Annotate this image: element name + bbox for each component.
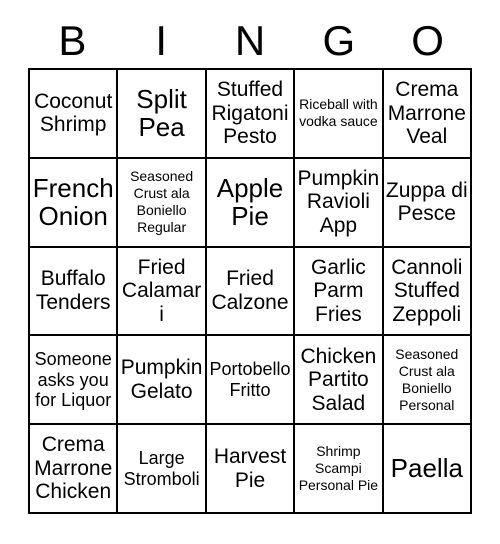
- bingo-cell[interactable]: Portobello Fritto: [206, 336, 296, 426]
- bingo-cell-label: Coconut Shrimp: [34, 89, 113, 137]
- bingo-cell[interactable]: Fried Calzone: [206, 247, 296, 337]
- bingo-cell-label: Split Pea: [136, 83, 187, 143]
- bingo-cell[interactable]: Fried Calamari: [118, 247, 207, 337]
- bingo-cell-label: Zuppa di Pesce: [385, 178, 468, 226]
- bingo-cell[interactable]: Garlic Parm Fries: [295, 247, 384, 337]
- bingo-cell-label: Crema Marrone Chicken: [34, 433, 113, 504]
- bingo-cell[interactable]: Shrimp Scampi Personal Pie: [295, 425, 384, 514]
- bingo-cell[interactable]: Pumpkin Gelato: [118, 336, 207, 426]
- bingo-cell-label: Fried Calzone: [211, 267, 289, 314]
- bingo-cell[interactable]: Split Pea: [118, 70, 207, 159]
- bingo-cell-label: Riceball with vodka sauce: [299, 96, 378, 130]
- bingo-cell-label: Paella: [390, 453, 463, 484]
- bingo-cell-label: Large Stromboli: [123, 448, 200, 489]
- bingo-cell[interactable]: Zuppa di Pesce: [383, 158, 472, 248]
- bingo-cell[interactable]: Crema Marrone Chicken: [30, 425, 119, 514]
- bingo-header-row: B I N G O: [28, 14, 472, 68]
- bingo-card: B I N G O Coconut Shrimp Split Pea Stuff…: [0, 0, 500, 544]
- bingo-cell-label: Someone asks you for Liquor: [34, 349, 112, 411]
- bingo-cell-label: Garlic Parm Fries: [310, 255, 366, 326]
- bingo-cell-label: Harvest Pie: [213, 445, 287, 492]
- bingo-cell-label: Buffalo Tenders: [35, 267, 111, 314]
- bingo-cell-label: Pumpkin Gelato: [120, 356, 203, 403]
- bingo-cell-label: Seasoned Crust ala Boniello Regular: [130, 168, 194, 236]
- bingo-cell[interactable]: Seasoned Crust ala Boniello Regular: [118, 158, 207, 248]
- bingo-cell-label: Fried Calamari: [121, 255, 202, 326]
- bingo-grid: Coconut Shrimp Split Pea Stuffed Rigaton…: [28, 68, 472, 514]
- bingo-cell-label: Cannoli Stuffed Zeppoli: [391, 255, 463, 326]
- bingo-cell[interactable]: Large Stromboli: [118, 425, 207, 514]
- bingo-cell-label: Chicken Partito Salad: [300, 344, 377, 415]
- bingo-header-letter-g: G: [322, 17, 356, 64]
- bingo-cell[interactable]: Apple Pie: [206, 158, 296, 248]
- bingo-cell[interactable]: Riceball with vodka sauce: [295, 70, 384, 159]
- bingo-cell-label: Portobello Fritto: [209, 359, 291, 400]
- bingo-header-letter-o: O: [411, 17, 444, 64]
- bingo-cell-label: Stuffed Rigatoni Pesto: [211, 78, 289, 149]
- bingo-cell[interactable]: Harvest Pie: [206, 425, 296, 514]
- bingo-cell-label: Apple Pie: [216, 172, 284, 232]
- bingo-cell[interactable]: Pumpkin Ravioli App: [295, 158, 384, 248]
- bingo-cell-label: French Onion: [32, 172, 114, 232]
- bingo-cell[interactable]: Cannoli Stuffed Zeppoli: [383, 247, 472, 337]
- bingo-cell[interactable]: Chicken Partito Salad: [295, 336, 384, 426]
- bingo-cell[interactable]: French Onion: [30, 158, 119, 248]
- bingo-cell[interactable]: Someone asks you for Liquor: [30, 336, 119, 426]
- bingo-cell[interactable]: Seasoned Crust ala Boniello Personal: [383, 336, 472, 426]
- bingo-header-letter-i: I: [155, 17, 168, 64]
- bingo-header-letter-n: N: [234, 17, 266, 64]
- bingo-cell-label: Seasoned Crust ala Boniello Personal: [395, 345, 459, 413]
- bingo-cell-label: Shrimp Scampi Personal Pie: [298, 442, 379, 494]
- bingo-cell[interactable]: Crema Marrone Veal: [383, 70, 472, 159]
- bingo-cell[interactable]: Paella: [383, 425, 472, 514]
- bingo-cell-label: Crema Marrone Veal: [387, 78, 466, 149]
- bingo-cell[interactable]: Stuffed Rigatoni Pesto: [206, 70, 296, 159]
- bingo-cell[interactable]: Coconut Shrimp: [30, 70, 119, 159]
- bingo-cell[interactable]: Buffalo Tenders: [30, 247, 119, 337]
- bingo-header-letter-b: B: [58, 17, 87, 64]
- bingo-cell-label: Pumpkin Ravioli App: [297, 166, 380, 237]
